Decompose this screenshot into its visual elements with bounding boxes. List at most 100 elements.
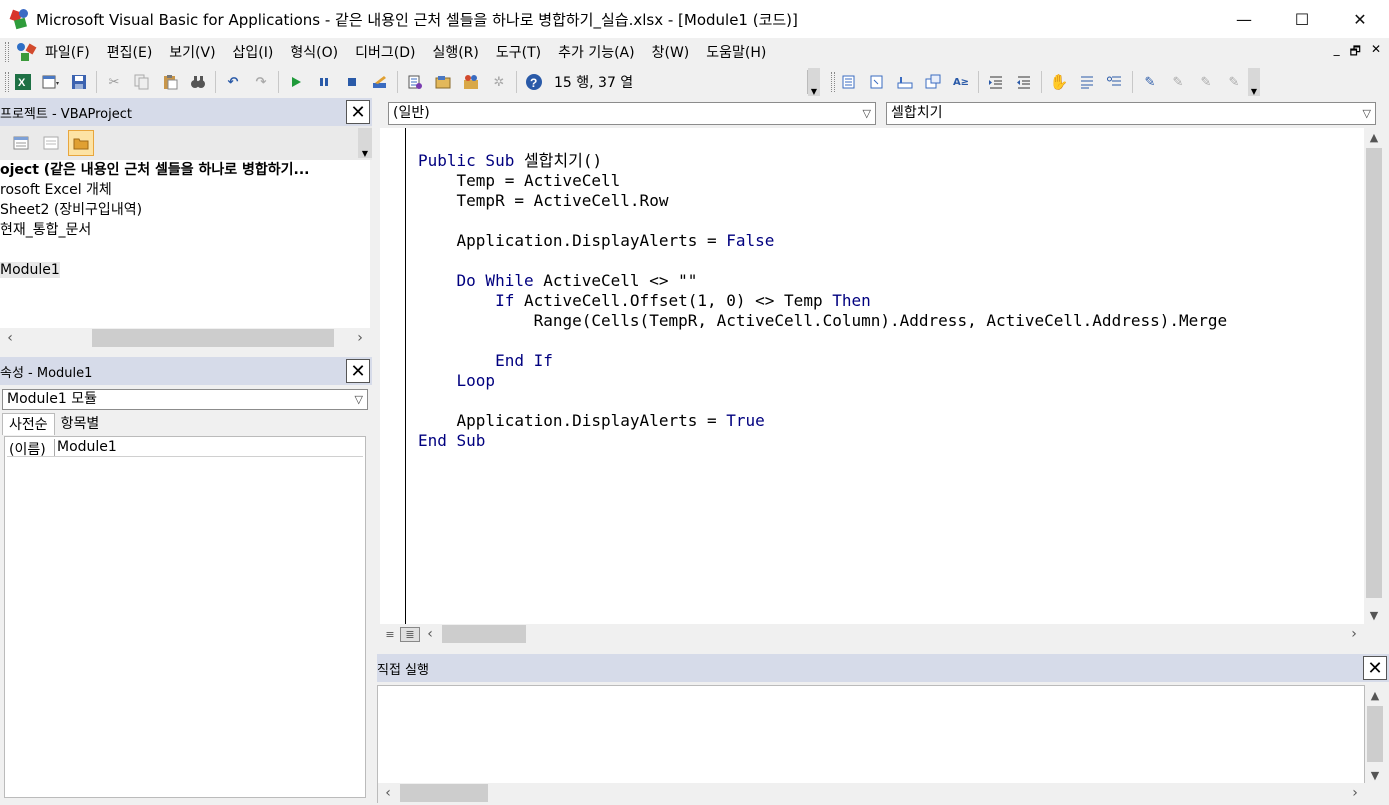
maximize-button[interactable]: ☐ bbox=[1273, 0, 1331, 38]
view-code-icon[interactable] bbox=[8, 130, 34, 156]
properties-window-icon[interactable] bbox=[432, 71, 454, 93]
menu-insert[interactable]: 삽입(I) bbox=[233, 42, 274, 62]
object-combo[interactable]: (일반) ▽ bbox=[388, 102, 876, 125]
close-immediate-button[interactable]: ✕ bbox=[1363, 656, 1387, 680]
menu-window[interactable]: 창(W) bbox=[652, 42, 690, 62]
menu-help[interactable]: 도움말(H) bbox=[706, 42, 766, 62]
scroll-down-arrow[interactable]: ▼ bbox=[1365, 766, 1385, 784]
menu-run[interactable]: 실행(R) bbox=[432, 42, 478, 62]
break-icon[interactable] bbox=[313, 71, 335, 93]
object-select[interactable]: Module1 모듈 ▽ bbox=[2, 389, 368, 410]
insert-module-icon[interactable] bbox=[40, 71, 62, 93]
code-vscroll[interactable]: ▲ ▼ bbox=[1364, 128, 1384, 624]
tree-module1-node[interactable]: Module1 bbox=[0, 260, 370, 280]
excel-view-icon[interactable]: X bbox=[12, 71, 34, 93]
cut-icon[interactable]: ✂ bbox=[103, 71, 125, 93]
project-toolbar-overflow[interactable]: ▼ bbox=[358, 128, 372, 158]
immediate-hscroll[interactable]: ‹ › bbox=[378, 783, 1365, 803]
menu-addins[interactable]: 추가 기능(A) bbox=[558, 42, 634, 62]
code-text[interactable]: Public Sub 셀합치기() Temp = ActiveCell Temp… bbox=[418, 151, 1227, 451]
procedure-combo[interactable]: 셀합치기 ▽ bbox=[886, 102, 1376, 125]
menu-grip[interactable] bbox=[5, 42, 9, 62]
view-object-icon[interactable] bbox=[38, 130, 64, 156]
close-window-button[interactable]: ✕ bbox=[1331, 0, 1389, 38]
scroll-up-arrow[interactable]: ▲ bbox=[1365, 686, 1385, 704]
scroll-thumb[interactable] bbox=[1367, 706, 1383, 762]
menu-debug[interactable]: 디버그(D) bbox=[355, 42, 415, 62]
scroll-up-arrow[interactable]: ▲ bbox=[1364, 128, 1384, 146]
tree-excel-objects-node[interactable]: rosoft Excel 개체 bbox=[0, 180, 370, 200]
mdi-minimize-button[interactable]: _ bbox=[1334, 42, 1340, 63]
toolbar-grip[interactable] bbox=[5, 72, 9, 92]
scroll-thumb[interactable] bbox=[92, 329, 334, 347]
menu-view[interactable]: 보기(V) bbox=[169, 42, 215, 62]
paste-icon[interactable] bbox=[159, 71, 181, 93]
scroll-right-arrow[interactable]: › bbox=[350, 330, 370, 346]
help-icon[interactable]: ? bbox=[523, 71, 545, 93]
menu-file[interactable]: 파일(F) bbox=[45, 42, 90, 62]
toolbar-overflow-button[interactable]: ▼ bbox=[808, 68, 820, 96]
previous-bookmark-icon[interactable]: ✎ bbox=[1195, 71, 1217, 93]
find-icon[interactable] bbox=[187, 71, 209, 93]
complete-word-icon[interactable]: A≥ bbox=[950, 71, 972, 93]
close-properties-button[interactable]: ✕ bbox=[346, 359, 370, 383]
property-value[interactable]: Module1 bbox=[55, 439, 117, 456]
tree-modules-node[interactable] bbox=[0, 240, 370, 260]
edit-toolbar-grip[interactable] bbox=[831, 72, 835, 92]
tree-thisworkbook-node[interactable]: 현재_통합_문서 bbox=[0, 220, 370, 240]
full-module-view-icon[interactable]: ≣ bbox=[400, 626, 420, 642]
menu-format[interactable]: 형식(O) bbox=[290, 42, 338, 62]
save-icon[interactable] bbox=[68, 71, 90, 93]
redo-icon[interactable]: ↷ bbox=[250, 71, 272, 93]
parameter-info-icon[interactable] bbox=[922, 71, 944, 93]
uncomment-block-icon[interactable] bbox=[1104, 71, 1126, 93]
list-properties-icon[interactable] bbox=[838, 71, 860, 93]
clear-bookmarks-icon[interactable]: ✎ bbox=[1223, 71, 1245, 93]
reset-icon[interactable] bbox=[341, 71, 363, 93]
undo-icon[interactable]: ↶ bbox=[222, 71, 244, 93]
indent-icon[interactable] bbox=[985, 71, 1007, 93]
scroll-right-arrow[interactable]: › bbox=[1344, 626, 1364, 642]
procedure-view-icon[interactable]: ≡ bbox=[380, 628, 400, 641]
tree-sheet2-node[interactable]: Sheet2 (장비구입내역) bbox=[0, 200, 370, 220]
scroll-right-arrow[interactable]: › bbox=[1345, 785, 1365, 801]
tab-alphabetic[interactable]: 사전순 bbox=[2, 413, 55, 435]
scroll-thumb[interactable] bbox=[442, 625, 526, 643]
scroll-down-arrow[interactable]: ▼ bbox=[1364, 606, 1384, 624]
project-tree-hscroll[interactable]: ‹ › bbox=[0, 328, 370, 348]
code-hscroll[interactable]: ≡ ≣ ‹ › bbox=[380, 624, 1364, 644]
menu-edit[interactable]: 편집(E) bbox=[107, 42, 153, 62]
next-bookmark-icon[interactable]: ✎ bbox=[1167, 71, 1189, 93]
outdent-icon[interactable] bbox=[1013, 71, 1035, 93]
toggle-folders-icon[interactable] bbox=[68, 130, 94, 156]
scroll-thumb[interactable] bbox=[1366, 148, 1382, 598]
immediate-vscroll[interactable]: ▲ ▼ bbox=[1365, 686, 1385, 784]
code-margin-indicator-bar[interactable] bbox=[380, 128, 406, 624]
edit-toolbar-overflow-button[interactable]: ▼ bbox=[1248, 68, 1260, 96]
quick-info-icon[interactable] bbox=[894, 71, 916, 93]
object-browser-icon[interactable] bbox=[460, 71, 482, 93]
toggle-bookmark-icon[interactable]: ✎ bbox=[1139, 71, 1161, 93]
scroll-left-arrow[interactable]: ‹ bbox=[378, 785, 398, 801]
design-mode-icon[interactable] bbox=[369, 71, 391, 93]
toggle-breakpoint-icon[interactable]: ✋ bbox=[1048, 71, 1070, 93]
mdi-close-button[interactable]: ✕ bbox=[1371, 42, 1381, 63]
tab-categorized[interactable]: 항목별 bbox=[55, 413, 106, 435]
list-constants-icon[interactable] bbox=[866, 71, 888, 93]
scroll-left-arrow[interactable]: ‹ bbox=[420, 626, 440, 642]
copy-icon[interactable] bbox=[131, 71, 153, 93]
mdi-restore-button[interactable]: 🗗 bbox=[1350, 42, 1361, 63]
vba-menu-icon[interactable] bbox=[15, 41, 41, 63]
scroll-left-arrow[interactable]: ‹ bbox=[0, 330, 20, 346]
toolbox-icon[interactable]: ✲ bbox=[488, 71, 510, 93]
scroll-thumb[interactable] bbox=[400, 784, 488, 802]
comment-block-icon[interactable] bbox=[1076, 71, 1098, 93]
close-project-explorer-button[interactable]: ✕ bbox=[346, 100, 370, 124]
minimize-button[interactable]: — bbox=[1215, 0, 1273, 38]
property-row[interactable]: (이름) Module1 bbox=[7, 439, 363, 458]
chevron-down-icon: ▽ bbox=[354, 393, 363, 406]
run-icon[interactable] bbox=[285, 71, 307, 93]
menu-tools[interactable]: 도구(T) bbox=[496, 42, 541, 62]
project-explorer-icon[interactable] bbox=[404, 71, 426, 93]
tree-project-node[interactable]: oject (같은 내용인 근처 셀들을 하나로 병합하기... bbox=[0, 160, 370, 180]
